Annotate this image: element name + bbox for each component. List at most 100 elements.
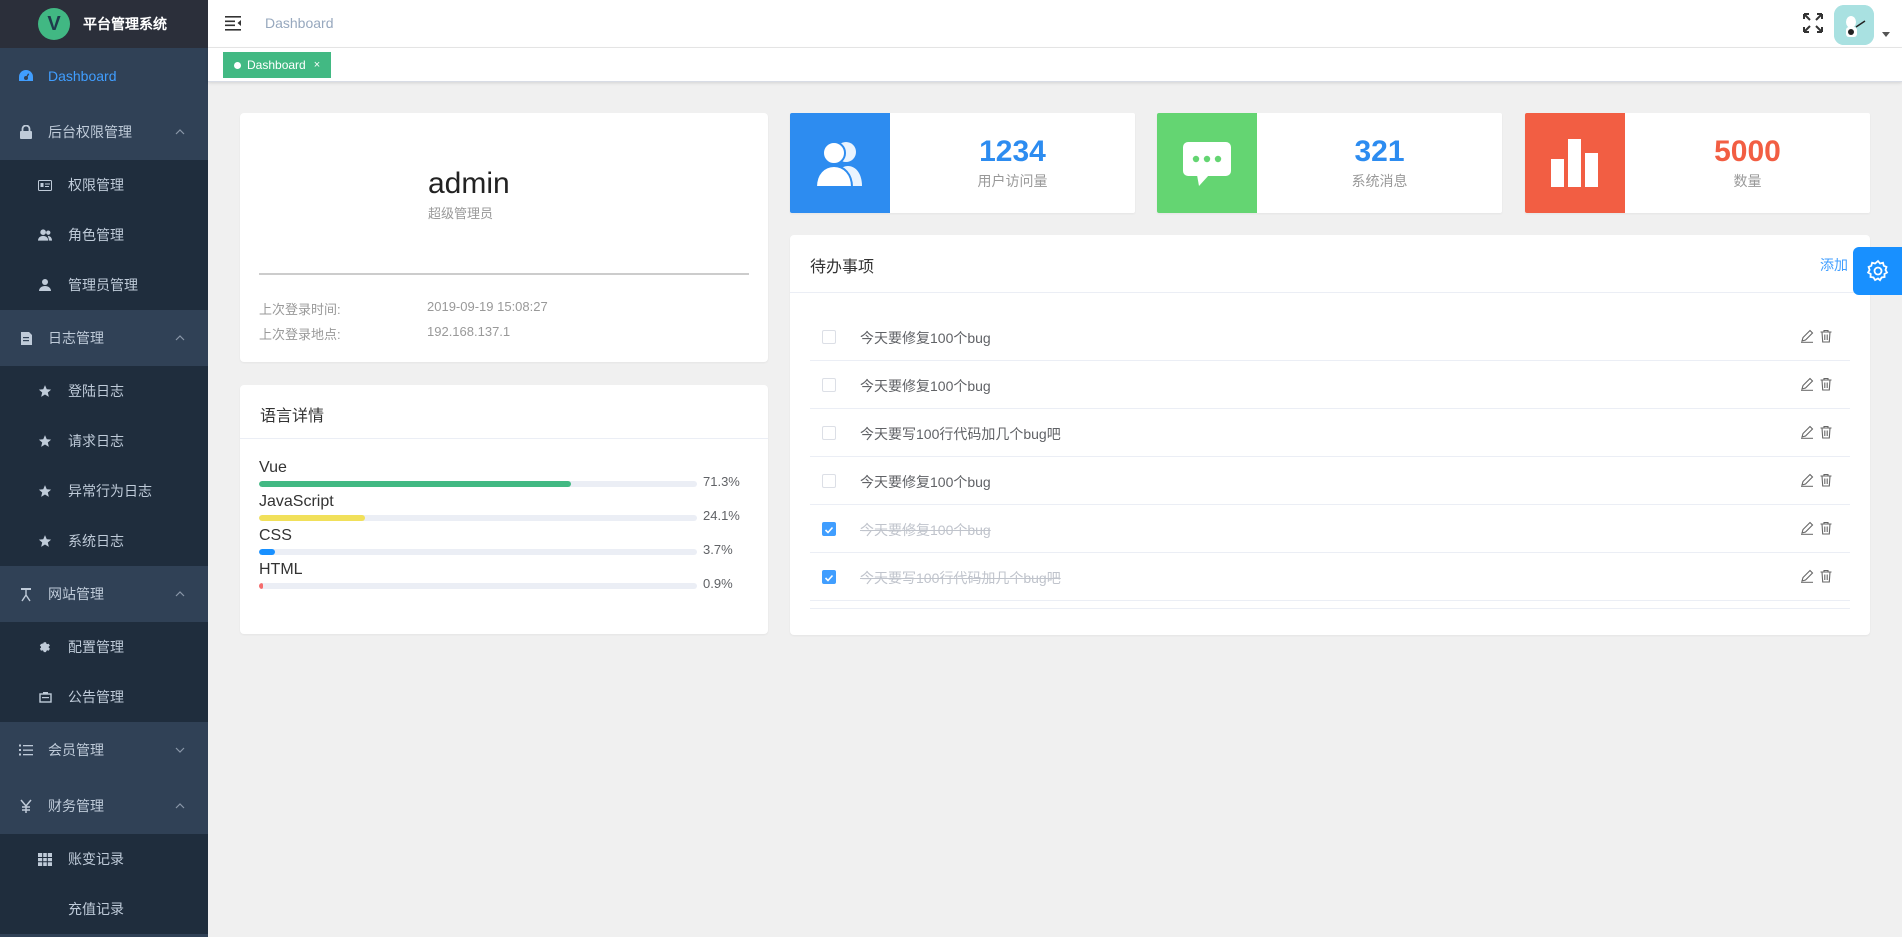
sidebar-item-label: 角色管理 [68,227,124,243]
sidebar-item-dashboard[interactable]: Dashboard [0,48,208,104]
dashboard-icon [18,68,34,84]
language-progress-fill [259,583,263,589]
last-login-time-label: 上次登录时间: [259,302,341,317]
todo-checkbox[interactable] [822,474,836,488]
sidebar-group-website[interactable]: 网站管理 [0,566,208,622]
sidebar-group-label: 后台权限管理 [48,124,132,140]
delete-icon[interactable] [1819,521,1833,535]
sidebar-item-exception-log[interactable]: 异常行为日志 [0,466,208,516]
sidebar-item-recharge-record[interactable]: 充值记录 [0,884,208,934]
stat-label: 用户访问量 [977,173,1048,189]
todo-row: 今天要修复100个bug [810,361,1850,409]
todo-text: 今天要修复100个bug [860,474,991,490]
gear-icon [38,640,52,654]
edit-icon[interactable] [1800,425,1814,439]
todo-text: 今天要写100行代码加几个bug吧 [860,570,1061,586]
breadcrumb[interactable]: Dashboard [265,15,334,31]
sidebar-group-label: 日志管理 [48,330,104,346]
edit-icon[interactable] [1800,569,1814,583]
settings-button[interactable] [1853,247,1902,295]
tag-dashboard[interactable]: Dashboard × [223,52,332,78]
todo-row: 今天要写100行代码加几个bug吧 [810,409,1850,457]
sidebar: V 平台管理系统 Dashboard 后台权限管理 权限管理 角色管理 管理员管… [0,0,208,937]
delete-icon[interactable] [1819,425,1833,439]
language-percent: 3.7% [703,542,733,557]
delete-icon[interactable] [1819,329,1833,343]
grid-table-icon [38,852,52,866]
chevron-up-icon [175,803,185,809]
star-icon [38,434,52,448]
sidebar-item-config[interactable]: 配置管理 [0,622,208,672]
sidebar-group-permissions[interactable]: 后台权限管理 [0,104,208,160]
close-icon[interactable]: × [314,59,320,71]
sub-menu: 账变记录 充值记录 [0,834,208,934]
todo-checkbox[interactable] [822,522,836,536]
gear-icon [1866,259,1888,282]
avatar[interactable] [1834,5,1874,45]
language-name: HTML [259,561,303,578]
user-icon [38,278,52,292]
chevron-down-icon [175,747,185,753]
users-icon [814,141,862,188]
user-info-card: admin 超级管理员 上次登录时间: 2019-09-19 15:08:27 … [240,113,768,362]
navbar: Dashboard [208,0,1902,48]
caret-down-icon[interactable] [1882,32,1890,37]
sidebar-item-request-log[interactable]: 请求日志 [0,416,208,466]
todo-checkbox[interactable] [822,330,836,344]
sidebar-group-members[interactable]: 会员管理 [0,722,208,778]
stat-card-visits[interactable]: 1234 用户访问量 [790,113,1135,213]
card-header: 待办事项 [790,235,1870,293]
edit-icon[interactable] [1800,473,1814,487]
language-percent: 71.3% [703,474,740,489]
sub-menu: 登陆日志 请求日志 异常行为日志 系统日志 [0,366,208,566]
todo-row: 今天要修复100个bug [810,457,1850,505]
add-todo-button[interactable]: 添加 [1820,255,1848,275]
sidebar-item-roles[interactable]: 角色管理 [0,210,208,260]
delete-icon[interactable] [1819,569,1833,583]
sidebar-item-notice[interactable]: 公告管理 [0,672,208,722]
todo-card: 待办事项 添加 今天要修复100个bug 今天要修复100个bug 今天要写100行… [790,235,1870,635]
sidebar-item-permission[interactable]: 权限管理 [0,160,208,210]
edit-icon[interactable] [1800,329,1814,343]
log-document-icon [18,330,34,346]
user-role: 超级管理员 [428,206,494,221]
stat-card-quantity[interactable]: 5000 数量 [1525,113,1870,213]
todo-text: 今天要修复100个bug [860,330,991,346]
delete-icon[interactable] [1819,473,1833,487]
todo-checkbox[interactable] [822,570,836,584]
edit-icon[interactable] [1800,377,1814,391]
todo-row: 今天要修复100个bug [810,313,1850,361]
sub-menu: 权限管理 角色管理 管理员管理 [0,160,208,310]
avatar-image-icon [1834,5,1874,45]
notice-icon [38,690,52,704]
sidebar-item-admins[interactable]: 管理员管理 [0,260,208,310]
sidebar-group-finance[interactable]: 财务管理 [0,778,208,834]
last-login-location-label: 上次登录地点: [259,327,341,342]
fullscreen-icon[interactable] [1802,12,1824,34]
sidebar-item-login-log[interactable]: 登陆日志 [0,366,208,416]
edit-icon[interactable] [1800,521,1814,535]
message-icon [1183,142,1231,186]
stat-label: 数量 [1733,173,1762,189]
sidebar-group-logs[interactable]: 日志管理 [0,310,208,366]
menu-fold-icon[interactable] [224,14,242,32]
stat-value: 5000 [1714,135,1781,168]
sub-menu: 配置管理 公告管理 [0,622,208,722]
language-progress-bar [259,583,697,589]
sidebar-item-balance-record[interactable]: 账变记录 [0,834,208,884]
sidebar-item-label: 请求日志 [68,433,124,449]
stat-value: 1234 [979,135,1046,168]
tag-label: Dashboard [247,58,306,72]
stat-icon-box [1525,113,1625,213]
sidebar-item-system-log[interactable]: 系统日志 [0,516,208,566]
bar-chart-icon [1551,139,1598,187]
delete-icon[interactable] [1819,377,1833,391]
stat-label: 系统消息 [1351,173,1408,189]
chevron-up-icon [175,129,185,135]
chevron-up-icon [175,335,185,341]
language-name: Vue [259,459,287,476]
todo-checkbox[interactable] [822,426,836,440]
todo-checkbox[interactable] [822,378,836,392]
logo[interactable]: V 平台管理系统 [0,0,208,48]
stat-card-messages[interactable]: 321 系统消息 [1157,113,1502,213]
